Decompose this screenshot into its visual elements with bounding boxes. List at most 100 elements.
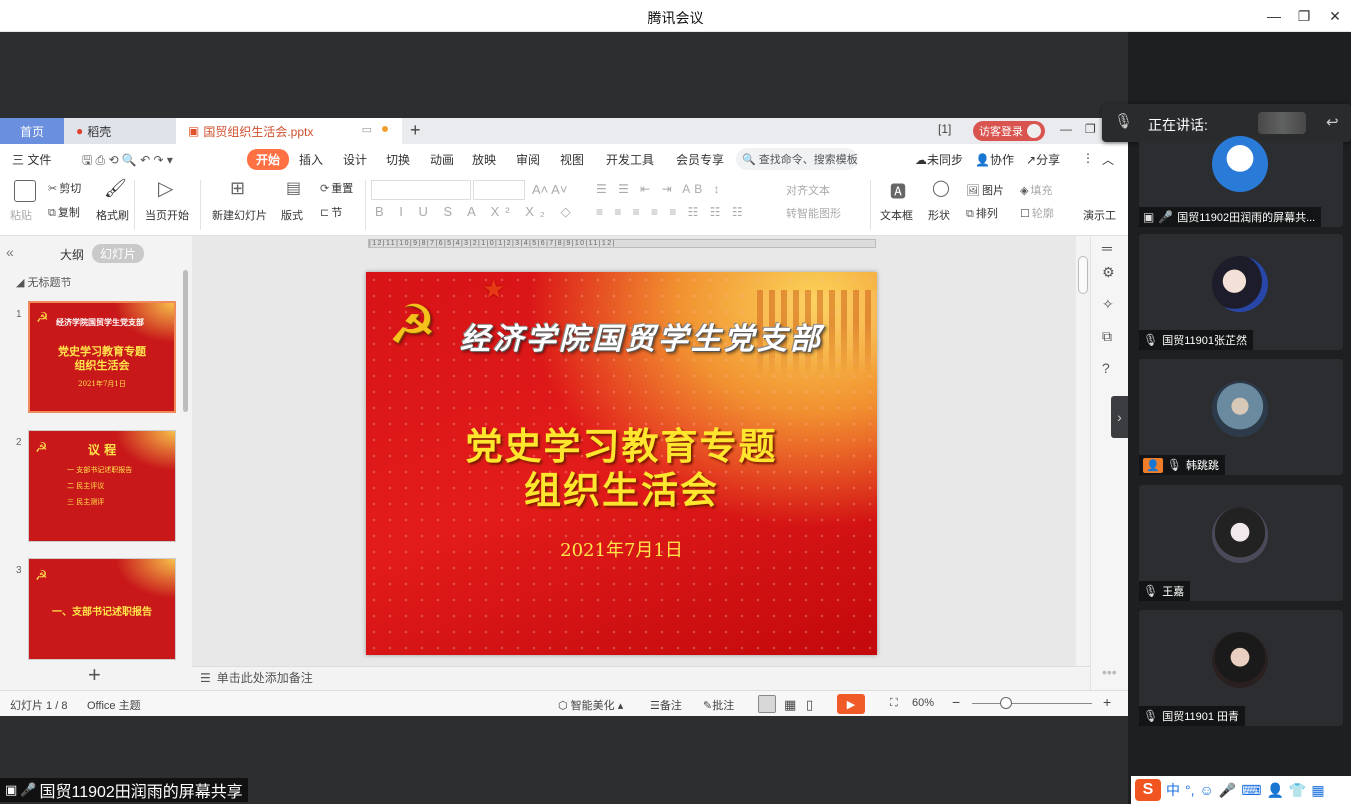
menu-insert[interactable]: 插入 xyxy=(299,151,323,168)
minimize-button[interactable]: — xyxy=(1260,4,1288,28)
participant-card-3[interactable]: 👤 🎙 韩跳跳 xyxy=(1139,359,1343,475)
align-text-button[interactable]: 对齐文本 xyxy=(786,182,830,198)
menu-animation[interactable]: 动画 xyxy=(430,151,454,168)
reading-view-icon[interactable]: ▯ xyxy=(806,697,813,713)
punctuation-icon[interactable]: °, xyxy=(1185,782,1195,798)
font-name-select[interactable] xyxy=(371,180,471,200)
start-from-current-button[interactable]: 当页开始 xyxy=(145,207,189,223)
zoom-out-button[interactable]: − xyxy=(952,694,960,710)
sogou-logo-icon[interactable]: S xyxy=(1135,779,1161,801)
voice-input-icon[interactable]: 🎤 xyxy=(1219,782,1236,799)
emoji-icon[interactable]: ☺ xyxy=(1200,782,1214,798)
cut-button[interactable]: ✂ 剪切 xyxy=(48,180,81,196)
menu-developer[interactable]: 开发工具 xyxy=(606,151,654,168)
outline-button[interactable]: ☐ 轮廓 xyxy=(1020,205,1054,221)
reset-button[interactable]: ⟳ 重置 xyxy=(320,180,353,196)
fill-button[interactable]: ◈ 填充 xyxy=(1020,182,1052,198)
picture-button[interactable]: 🖼 图片 xyxy=(966,182,1004,198)
arrange-button[interactable]: ⧉ 排列 xyxy=(966,205,998,221)
participant-card-2[interactable]: 🎙 国贸11901张芷然 xyxy=(1139,234,1343,350)
shape-button[interactable]: 形状 xyxy=(928,207,950,223)
sorter-view-icon[interactable]: ▦ xyxy=(784,697,796,713)
ime-language-toggle[interactable]: 中 xyxy=(1166,780,1180,800)
present-tools-button[interactable]: 演示工 xyxy=(1083,207,1116,223)
participant-card-1[interactable]: ▣ 🎤 国贸11902田润雨的屏幕共... xyxy=(1139,136,1343,227)
current-slide[interactable]: ★ ☭ 经济学院国贸学生党支部 党史学习教育专题 组织生活会 2021年7月1日 xyxy=(366,272,877,655)
menu-review[interactable]: 审阅 xyxy=(516,151,540,168)
tab-document[interactable]: ▣ 国贸组织生活会.pptx ▭ xyxy=(176,118,402,144)
list-buttons[interactable]: ☰ ☰ ⇤ ⇥ AB ↕ xyxy=(596,182,724,196)
section-header[interactable]: ◢ 无标题节 xyxy=(16,274,72,290)
paste-icon[interactable] xyxy=(14,180,36,202)
slides-tab[interactable]: 幻灯片 xyxy=(92,244,145,263)
slide-scrollbar[interactable] xyxy=(1078,256,1088,316)
textbox-button[interactable]: 文本框 xyxy=(880,207,913,223)
copy-slide-icon[interactable]: ⧉ xyxy=(1102,328,1112,345)
participant-card-4[interactable]: 🎙 王嘉 xyxy=(1139,485,1343,601)
collapse-panel-button[interactable]: › xyxy=(1111,396,1128,438)
theme-name[interactable]: Office 主题 xyxy=(87,697,141,713)
wps-restore-button[interactable]: ❐ xyxy=(1085,122,1096,136)
font-style-buttons[interactable]: B I U S A X² X₂ ◇ xyxy=(375,204,577,220)
skin-icon[interactable]: 👕 xyxy=(1289,782,1306,799)
thumbnail-scrollbar[interactable] xyxy=(183,270,188,412)
align-buttons[interactable]: ≡ ≡ ≡ ≡ ≡ ☷ ☷ ☷ xyxy=(596,205,747,219)
smartart-button[interactable]: 转智能图形 xyxy=(786,205,841,221)
menu-view[interactable]: 视图 xyxy=(560,151,584,168)
menu-design[interactable]: 设计 xyxy=(343,151,367,168)
menu-home[interactable]: 开始 xyxy=(247,149,290,170)
fit-window-icon[interactable]: ⛶ xyxy=(890,697,898,710)
more-options-icon[interactable]: ••• xyxy=(1102,664,1117,680)
font-size-select[interactable] xyxy=(473,180,525,200)
sync-status[interactable]: ☁未同步 xyxy=(915,151,963,168)
collapse-pane-icon[interactable]: « xyxy=(6,244,14,260)
quick-access-toolbar[interactable]: 🖫 ⎙ ⟲ 🔍 ↶ ↷ ▾ xyxy=(82,151,173,172)
keyboard-icon[interactable]: ⌨ xyxy=(1241,782,1261,799)
guest-login-button[interactable]: 访客登录 xyxy=(973,121,1045,141)
pin-icon[interactable]: ✧ xyxy=(1102,296,1114,313)
notes-bar[interactable]: ☰ 单击此处添加备注 xyxy=(192,666,1090,688)
maximize-button[interactable]: ❐ xyxy=(1290,4,1318,28)
tab-daoke[interactable]: ● 稻壳 xyxy=(64,118,176,144)
new-tab-button[interactable]: + xyxy=(410,120,421,141)
slide-thumbnail-3[interactable]: ☭ 一、支部书记述职报告 xyxy=(28,558,176,660)
window-count-icon[interactable]: [1] xyxy=(938,122,951,136)
smart-beautify-button[interactable]: ⬡ 智能美化 ▴ xyxy=(558,697,623,713)
slide-thumbnail-2[interactable]: ☭ 议 程 一 支部书记述职报告 二 民主评议 三 民主测评 xyxy=(28,430,176,542)
add-slide-button[interactable]: + xyxy=(88,662,101,688)
menu-slideshow[interactable]: 放映 xyxy=(472,151,496,168)
user-icon[interactable]: 👤 xyxy=(1266,782,1283,799)
properties-icon[interactable]: ⚙ xyxy=(1102,264,1115,281)
command-search[interactable]: 🔍 查找命令、搜索模板 xyxy=(736,148,858,170)
section-button[interactable]: ⊏ 节 xyxy=(320,204,342,220)
layout-button[interactable]: 版式 xyxy=(281,207,303,223)
collapse-ribbon-icon[interactable]: ︿ xyxy=(1102,151,1114,168)
format-painter-button[interactable]: 格式刷 xyxy=(96,207,129,223)
collaborate-button[interactable]: 👤协作 xyxy=(975,151,1014,168)
participant-card-5[interactable]: 🎙 国贸11901 田青 xyxy=(1139,610,1343,726)
slide-thumbnail-1[interactable]: ☭ 经济学院国贸学生党支部 党史学习教育专题 组织生活会 2021年7月1日 xyxy=(28,301,176,413)
normal-view-button[interactable] xyxy=(758,695,776,713)
menu-member[interactable]: 会员专享 xyxy=(676,151,724,168)
menu-transition[interactable]: 切换 xyxy=(386,151,410,168)
zoom-level[interactable]: 60% xyxy=(912,697,934,709)
menu-file[interactable]: 三 文件 xyxy=(12,151,51,168)
comment-button[interactable]: ✎批注 xyxy=(703,697,734,713)
tab-home[interactable]: 首页 xyxy=(0,118,64,144)
zoom-in-button[interactable]: + xyxy=(1103,694,1111,710)
close-button[interactable]: ✕ xyxy=(1321,4,1349,28)
paste-button[interactable]: 粘贴 xyxy=(10,207,32,223)
share-button[interactable]: ↗分享 xyxy=(1026,151,1060,168)
slideshow-play-button[interactable]: ▶ xyxy=(837,694,865,714)
new-slide-button[interactable]: 新建幻灯片 xyxy=(212,207,267,223)
toolbox-icon[interactable]: ▦ xyxy=(1311,782,1324,799)
help-icon[interactable]: ? xyxy=(1102,360,1110,376)
back-arrow-icon[interactable]: ↩ xyxy=(1326,113,1339,131)
zoom-slider-track[interactable] xyxy=(972,703,1092,704)
wps-minimize-button[interactable]: — xyxy=(1060,122,1072,136)
outline-tab[interactable]: 大纲 xyxy=(60,246,84,263)
more-menu-icon[interactable]: ⋮ xyxy=(1082,151,1094,165)
zoom-slider-handle[interactable] xyxy=(1000,697,1012,709)
font-grow-icon[interactable]: A˄ A˅ xyxy=(532,182,567,197)
notes-button[interactable]: ☰备注 xyxy=(650,697,682,713)
